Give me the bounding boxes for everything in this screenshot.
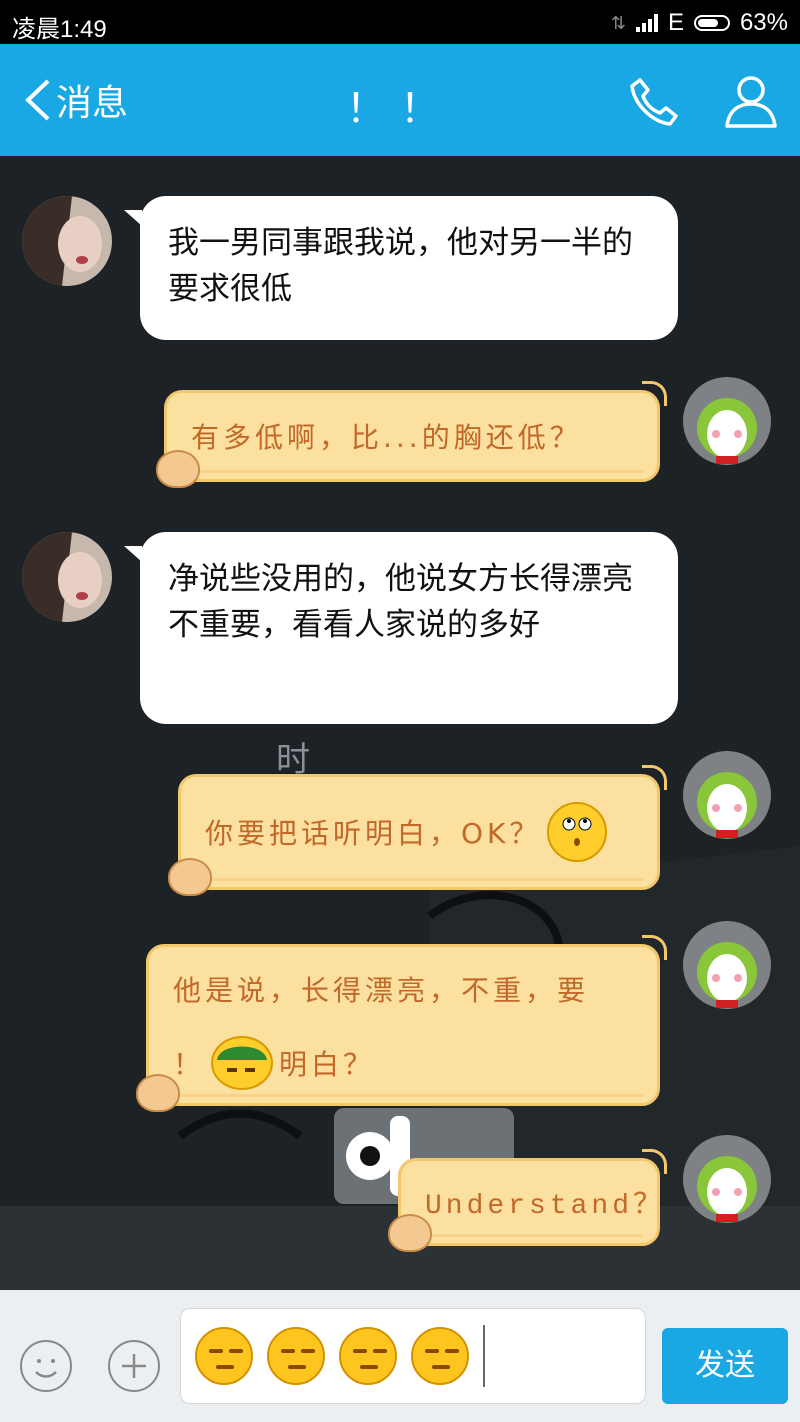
wolf-rabbit-avatar (683, 1135, 771, 1223)
status-time: 凌晨1:49 (12, 16, 107, 43)
data-transfer-icon: ⇅ (610, 12, 626, 33)
plus-button[interactable] (108, 1340, 160, 1392)
person-icon[interactable] (722, 72, 780, 130)
signal-icon (635, 14, 658, 32)
avatar-photo (22, 532, 112, 622)
smirk-emoji (339, 1327, 397, 1385)
message-bubble[interactable]: 我一男同事跟我说，他对另一半的要求很低 (124, 196, 678, 340)
wolf-rabbit-avatar (683, 377, 771, 465)
cat-icon (156, 450, 200, 488)
message-bubble[interactable]: 净说些没用的，他说女方长得漂亮不重要，看看人家说的多好 (124, 532, 678, 724)
smirk-emoji (267, 1327, 325, 1385)
smirk-emoji (411, 1327, 469, 1385)
message-input[interactable] (180, 1308, 646, 1404)
message-text: 明白？ (279, 1047, 376, 1081)
message-text: Understand？ (425, 1191, 666, 1222)
message-text: 你要把话听明白，OK？ (205, 817, 542, 850)
phone-icon[interactable] (626, 74, 682, 130)
chat-area[interactable]: 时 我一男同事跟我说，他对另一半的要求很低 有多低啊，比...的胸还低？ 净说些… (0, 156, 800, 1290)
message-text: 净说些没用的，他说女方长得漂亮不重要，看看人家说的多好 (168, 561, 633, 643)
message-bubble[interactable]: 有多低啊，比...的胸还低？ (164, 381, 667, 482)
emoji-button[interactable] (20, 1340, 72, 1392)
input-bar: 发送 (0, 1290, 800, 1422)
message-text: 有多低啊，比...的胸还低？ (191, 421, 582, 454)
message-text: 他是说，长得漂亮，不重，要 (173, 973, 590, 1007)
status-bar: 凌晨1:49 ⇅ E 63% (0, 0, 800, 44)
cat-icon (388, 1214, 432, 1252)
battery-percent: 63% (739, 9, 788, 36)
cat-icon (136, 1074, 180, 1112)
message-bubble[interactable]: Understand？ (398, 1149, 667, 1246)
avatar[interactable] (22, 196, 112, 286)
smiley-icon (35, 1359, 57, 1378)
soldier-emoji (211, 1035, 274, 1090)
avatar[interactable] (682, 750, 772, 840)
message-bubble[interactable]: 你要把话听明白，OK？ (178, 765, 667, 890)
chat-header: 消息 ！！ (0, 44, 800, 156)
wolf-rabbit-avatar (683, 751, 771, 839)
avatar[interactable] (22, 532, 112, 622)
avatar[interactable] (682, 376, 772, 466)
cat-icon (168, 858, 212, 896)
network-type: E (667, 9, 684, 36)
message-bubble[interactable]: 他是说，长得漂亮，不重，要 ！ 明白？ (146, 935, 667, 1106)
avatar[interactable] (682, 920, 772, 1010)
avatar[interactable] (682, 1134, 772, 1224)
message-text: ！ (173, 1047, 206, 1081)
plus-icon (122, 1354, 146, 1378)
message-text: 我一男同事跟我说，他对另一半的要求很低 (168, 225, 633, 307)
smirk-emoji (195, 1327, 253, 1385)
eyes-up-emoji (547, 802, 608, 862)
wolf-rabbit-avatar (683, 921, 771, 1009)
send-button[interactable]: 发送 (662, 1328, 788, 1404)
avatar-photo (22, 196, 112, 286)
battery-icon (693, 15, 730, 31)
text-cursor (483, 1325, 485, 1387)
